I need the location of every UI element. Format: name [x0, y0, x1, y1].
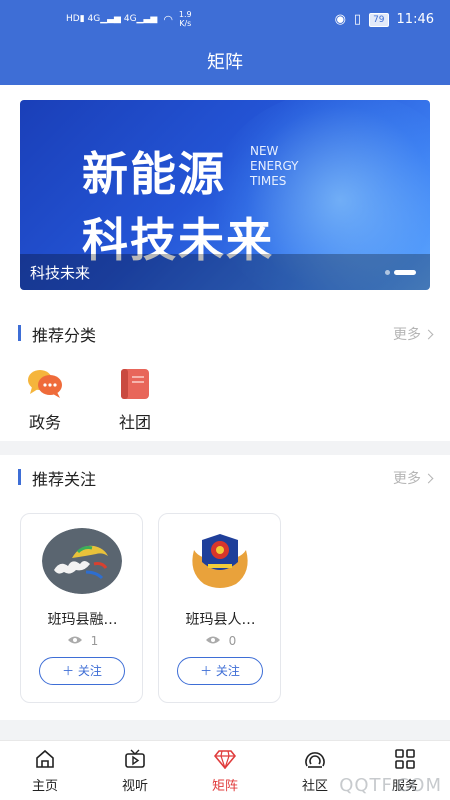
- tab-home[interactable]: 主页: [10, 749, 80, 794]
- banner-english-2: ENERGY: [250, 159, 299, 173]
- wifi-icon: ◠: [163, 12, 173, 26]
- follow-button[interactable]: ＋ 关注: [39, 657, 125, 685]
- page-header: 矩阵: [0, 40, 450, 85]
- network-speed-value: 1.9: [178, 10, 192, 19]
- plus-icon: ＋: [200, 664, 216, 678]
- section-title: 推荐分类: [32, 326, 97, 345]
- community-icon: [305, 752, 325, 768]
- diamond-icon: [214, 750, 236, 769]
- section-accent-bar: [18, 325, 21, 341]
- follow-button[interactable]: ＋ 关注: [177, 657, 263, 685]
- banner-caption-bar: 科技未来: [20, 254, 430, 290]
- category-label: 社团: [118, 413, 151, 432]
- grid-icon: [395, 749, 415, 769]
- banner-section: 新能源 NEW ENERGY TIMES 科技未来 科技未来: [0, 85, 450, 311]
- avatar: [42, 528, 122, 594]
- banner-headline-1: 新能源: [82, 147, 226, 201]
- banner-carousel[interactable]: 新能源 NEW ENERGY TIMES 科技未来 科技未来: [20, 100, 430, 290]
- network-speed: 1.9 K/s: [179, 10, 192, 28]
- network-speed-unit: K/s: [179, 19, 192, 28]
- view-count-value: 0: [228, 634, 237, 648]
- plus-icon: ＋: [62, 664, 78, 678]
- follow-card[interactable]: 班玛县融… 1 ＋ 关注: [20, 513, 143, 703]
- follow-button-label: 关注: [215, 664, 240, 678]
- battery-indicator: 79: [369, 12, 389, 27]
- hd-signal-icon: HD▮ 4G▁▃▅ 4G▁▃▅: [66, 14, 158, 24]
- page-title: 矩阵: [207, 52, 243, 73]
- category-item-club[interactable]: 社团: [105, 367, 165, 433]
- tab-label: 主页: [31, 779, 58, 794]
- avatar: [180, 528, 260, 594]
- follow-name: 班玛县融…: [47, 612, 118, 628]
- eye-icon: [67, 634, 83, 648]
- follow-button-label: 关注: [77, 664, 102, 678]
- status-right-icons: ◉ ▯ 79 11:46: [335, 12, 434, 27]
- follow-card[interactable]: 班玛县人… 0 ＋ 关注: [158, 513, 281, 703]
- carousel-dot-active[interactable]: [394, 270, 416, 275]
- view-count: 1: [21, 634, 144, 648]
- tab-matrix[interactable]: 矩阵: [190, 749, 260, 794]
- eye-icon: [205, 634, 221, 648]
- banner-caption: 科技未来: [30, 264, 91, 282]
- section-accent-bar: [18, 469, 21, 485]
- carousel-indicators: [385, 270, 416, 275]
- view-count: 0: [159, 634, 282, 648]
- more-label: 更多: [393, 327, 421, 343]
- recommended-follows-section: 推荐关注 更多 班玛县融… 1 ＋ 关注 班玛县人… 0 ＋ 关注: [0, 455, 450, 720]
- more-label: 更多: [393, 471, 421, 487]
- status-time: 11:46: [396, 12, 434, 27]
- recommended-categories-section: 推荐分类 更多 政务 社团: [0, 311, 450, 441]
- follows-more-link[interactable]: 更多: [393, 468, 434, 488]
- eye-icon: ◉: [334, 12, 346, 27]
- chat-bubbles-icon: [26, 367, 64, 401]
- tab-label: 社区: [301, 779, 328, 794]
- tab-label: 矩阵: [211, 779, 238, 794]
- chevron-right-icon: [423, 329, 434, 339]
- video-icon: [125, 749, 145, 768]
- tab-video[interactable]: 视听: [100, 749, 170, 794]
- follow-name: 班玛县人…: [185, 612, 256, 628]
- book-icon: [116, 367, 154, 401]
- vibrate-icon: ▯: [353, 12, 362, 27]
- view-count-value: 1: [90, 634, 99, 648]
- status-bar: HD▮ 4G▁▃▅ 4G▁▃▅ ◠ 1.9 K/s ◉ ▯ 79 11:46: [0, 0, 450, 40]
- category-label: 政务: [28, 413, 61, 432]
- category-item-government[interactable]: 政务: [15, 367, 75, 433]
- section-title: 推荐关注: [32, 470, 97, 489]
- status-left-icons: HD▮ 4G▁▃▅ 4G▁▃▅ ◠ 1.9 K/s: [66, 10, 192, 28]
- chevron-right-icon: [423, 473, 434, 483]
- banner-english-1: NEW: [250, 144, 279, 158]
- watermark: QQTF.COM: [339, 775, 442, 796]
- categories-more-link[interactable]: 更多: [393, 324, 434, 344]
- banner-english: NEW ENERGY TIMES: [250, 144, 299, 189]
- carousel-dot[interactable]: [385, 270, 390, 275]
- home-icon: [36, 749, 54, 768]
- banner-english-3: TIMES: [250, 174, 287, 188]
- tab-label: 视听: [121, 779, 148, 794]
